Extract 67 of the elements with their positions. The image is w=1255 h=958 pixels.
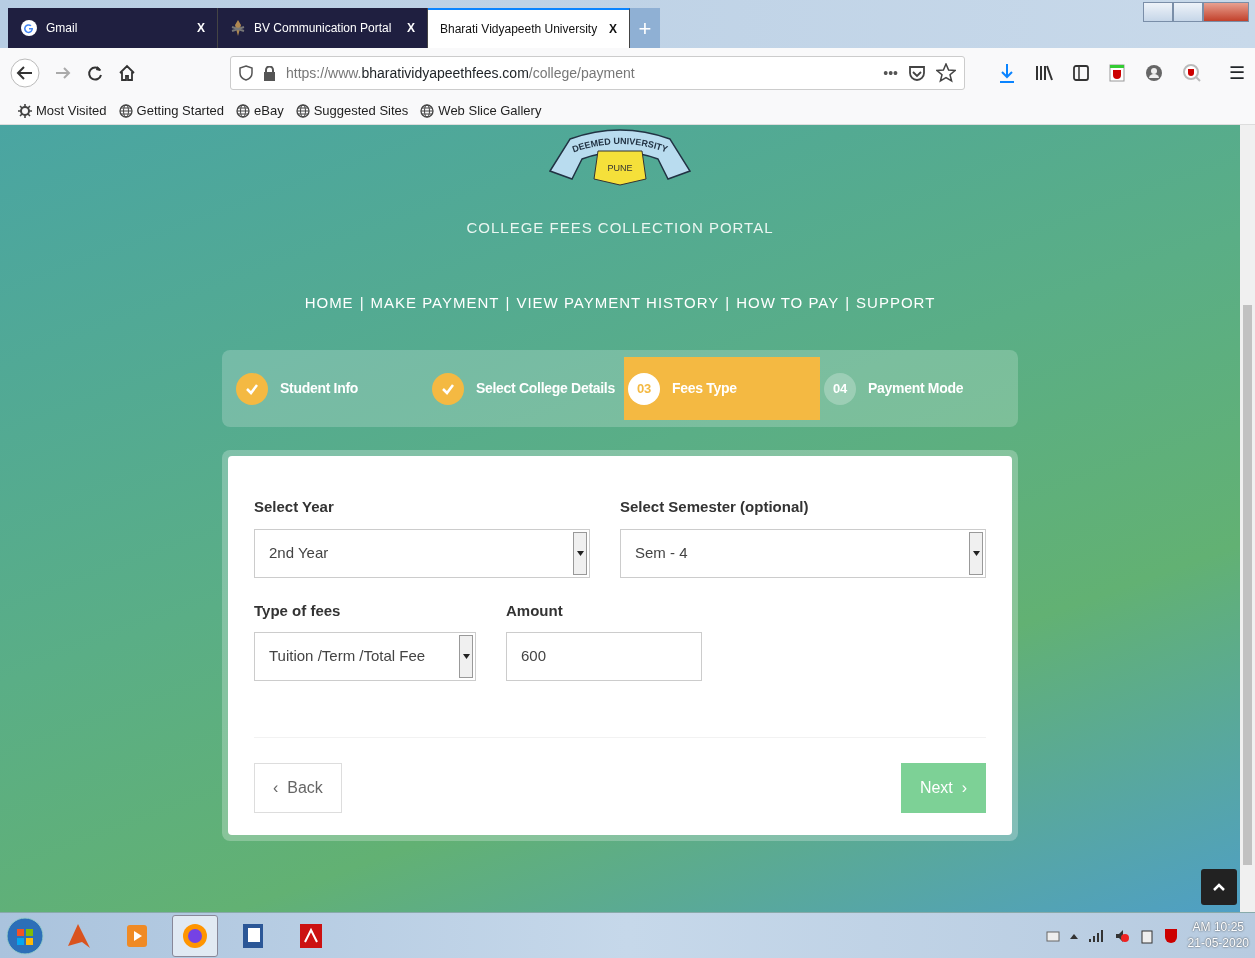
reload-icon[interactable]: [86, 64, 104, 82]
bookmark[interactable]: Most Visited: [18, 101, 107, 121]
nav-separator: |: [505, 292, 511, 313]
chevron-up-icon: [1213, 883, 1225, 891]
field-label: Amount: [506, 600, 564, 621]
shield-extension-icon[interactable]: [1109, 64, 1125, 82]
close-icon[interactable]: X: [609, 20, 617, 38]
minimize-button[interactable]: [1143, 2, 1173, 22]
dropdown-caret-icon[interactable]: [462, 654, 470, 659]
url-text: https://www.bharatividyapeethfees.com/college/payment: [286, 63, 635, 83]
check-icon: [236, 372, 268, 405]
shield-icon: [239, 65, 253, 81]
dropdown-caret-icon[interactable]: [576, 550, 584, 556]
globe-icon: [236, 104, 251, 118]
menu-icon[interactable]: ☰: [1229, 59, 1245, 87]
download-icon[interactable]: [999, 63, 1015, 83]
taskbar-app[interactable]: [172, 914, 218, 957]
pocket-icon[interactable]: [908, 64, 926, 82]
start-button[interactable]: [6, 916, 44, 955]
bookmark[interactable]: eBay: [236, 101, 284, 121]
scrollbar[interactable]: [1240, 125, 1255, 912]
library-icon[interactable]: [1035, 64, 1053, 82]
star-icon[interactable]: [936, 63, 956, 83]
gear-icon: [18, 104, 32, 118]
lock-icon: [263, 65, 276, 81]
nav-separator: |: [845, 292, 851, 313]
browser-tab[interactable]: Gmail X: [8, 8, 218, 48]
signal-icon: [1087, 928, 1104, 943]
account-icon[interactable]: [1145, 64, 1163, 82]
more-actions-icon[interactable]: •••: [883, 62, 898, 84]
bookmark[interactable]: Suggested Sites: [295, 101, 409, 121]
shield-tray-icon: [1163, 927, 1178, 944]
home-icon[interactable]: [118, 64, 136, 82]
field-label: Type of fees: [254, 600, 342, 621]
input-field[interactable]: 600: [506, 632, 702, 681]
address-field[interactable]: https://www.bharatividyapeethfees.com/college/payment •••: [230, 56, 965, 90]
maximize-button[interactable]: [1173, 2, 1203, 22]
close-icon[interactable]: X: [407, 19, 415, 37]
globe-icon: [295, 104, 310, 118]
select-field[interactable]: 2nd Year: [254, 528, 590, 578]
scroll-top-button[interactable]: [1201, 869, 1237, 905]
globe-icon: [118, 104, 133, 118]
nav-separator: |: [359, 292, 365, 313]
browser-tab[interactable]: BV Communication Portal X: [218, 8, 428, 48]
globe-icon: [420, 104, 435, 118]
dropdown-caret-icon[interactable]: [972, 550, 980, 556]
select-field[interactable]: Tuition /Term /Total Fee: [254, 632, 476, 681]
nav-separator: |: [725, 292, 731, 313]
tray-arrow-icon[interactable]: [1069, 932, 1078, 939]
sidebar-icon[interactable]: [1073, 65, 1089, 81]
back-icon[interactable]: [10, 58, 40, 88]
step-number: 04: [824, 372, 856, 405]
browser-tab[interactable]: Bharati Vidyapeeth University X: [428, 8, 630, 48]
clock: AM 10:25 21-05-2020: [1187, 919, 1249, 952]
bookmark[interactable]: Web Slice Gallery: [420, 101, 542, 121]
step-number: 03: [628, 372, 660, 405]
close-icon[interactable]: X: [197, 19, 205, 37]
google-icon: [20, 19, 38, 37]
emblem-icon: [230, 19, 246, 37]
back-button[interactable]: ‹ Back: [254, 763, 342, 813]
bookmark[interactable]: Getting Started: [118, 101, 225, 121]
portal-title: COLLEGE FEES COLLECTION PORTAL: [466, 218, 774, 238]
field-label: Select Year: [254, 497, 335, 517]
select-field[interactable]: Sem - 4: [620, 528, 986, 578]
field-label: Select Semester (optional): [620, 497, 810, 517]
check-icon: [432, 372, 464, 405]
search-extension-icon[interactable]: [1183, 64, 1201, 82]
